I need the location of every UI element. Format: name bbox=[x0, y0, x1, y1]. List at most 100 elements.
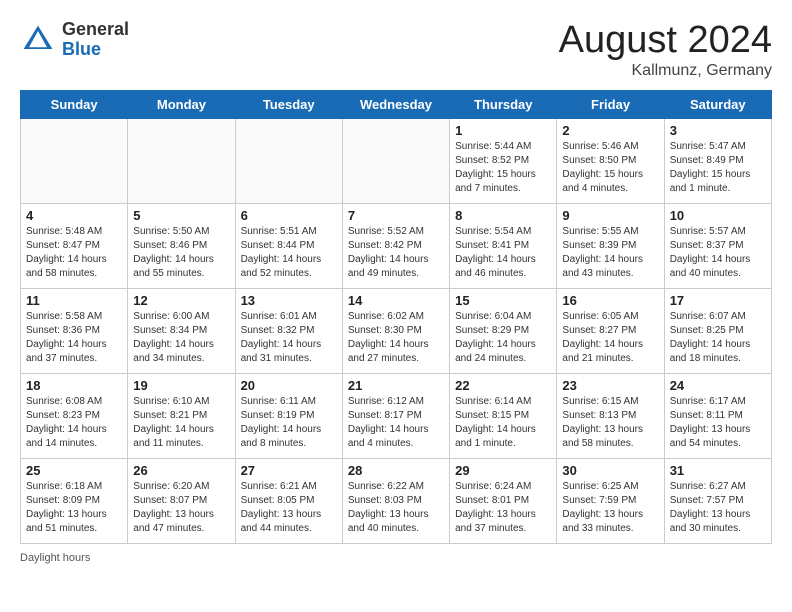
day-info: Sunrise: 5:57 AM Sunset: 8:37 PM Dayligh… bbox=[670, 225, 766, 281]
day-number: 25 bbox=[26, 463, 122, 478]
calendar-week-row: 25Sunrise: 6:18 AM Sunset: 8:09 PM Dayli… bbox=[21, 458, 772, 543]
calendar-body: 1Sunrise: 5:44 AM Sunset: 8:52 PM Daylig… bbox=[21, 118, 772, 543]
calendar-cell: 10Sunrise: 5:57 AM Sunset: 8:37 PM Dayli… bbox=[664, 203, 771, 288]
logo-general: General bbox=[62, 20, 129, 40]
day-info: Sunrise: 5:52 AM Sunset: 8:42 PM Dayligh… bbox=[348, 225, 444, 281]
day-number: 18 bbox=[26, 378, 122, 393]
day-number: 15 bbox=[455, 293, 551, 308]
page-header: General Blue August 2024 Kallmunz, Germa… bbox=[20, 20, 772, 80]
day-info: Sunrise: 6:05 AM Sunset: 8:27 PM Dayligh… bbox=[562, 310, 658, 366]
day-info: Sunrise: 6:17 AM Sunset: 8:11 PM Dayligh… bbox=[670, 395, 766, 451]
calendar-week-row: 1Sunrise: 5:44 AM Sunset: 8:52 PM Daylig… bbox=[21, 118, 772, 203]
calendar-week-row: 11Sunrise: 5:58 AM Sunset: 8:36 PM Dayli… bbox=[21, 288, 772, 373]
day-number: 20 bbox=[241, 378, 337, 393]
calendar-week-row: 4Sunrise: 5:48 AM Sunset: 8:47 PM Daylig… bbox=[21, 203, 772, 288]
calendar-cell: 30 Sunrise: 6:25 AM Sunset: 7:59 PM Dayli… bbox=[557, 458, 664, 543]
day-info: Sunrise: 6:15 AM Sunset: 8:13 PM Dayligh… bbox=[562, 395, 658, 451]
location: Kallmunz, Germany bbox=[559, 62, 772, 80]
day-info: Sunrise: 6:25 AM Sunset: 7:59 PM Dayligh… bbox=[562, 480, 658, 536]
day-info: Sunrise: 6:00 AM Sunset: 8:34 PM Dayligh… bbox=[133, 310, 229, 366]
day-info: Sunrise: 5:47 AM Sunset: 8:49 PM Dayligh… bbox=[670, 140, 766, 196]
logo-text: General Blue bbox=[62, 20, 129, 60]
day-number: 6 bbox=[241, 208, 337, 223]
calendar-cell: 27 Sunrise: 6:21 AM Sunset: 8:05 PM Dayli… bbox=[235, 458, 342, 543]
calendar-cell: 22Sunrise: 6:14 AM Sunset: 8:15 PM Dayli… bbox=[450, 373, 557, 458]
calendar-cell: 3Sunrise: 5:47 AM Sunset: 8:49 PM Daylig… bbox=[664, 118, 771, 203]
day-number: 17 bbox=[670, 293, 766, 308]
day-number: 21 bbox=[348, 378, 444, 393]
day-info: Sunrise: 6:10 AM Sunset: 8:21 PM Dayligh… bbox=[133, 395, 229, 451]
calendar-cell: 4Sunrise: 5:48 AM Sunset: 8:47 PM Daylig… bbox=[21, 203, 128, 288]
day-number: 28 bbox=[348, 463, 444, 478]
day-number: 27 bbox=[241, 463, 337, 478]
day-info: Sunrise: 5:46 AM Sunset: 8:50 PM Dayligh… bbox=[562, 140, 658, 196]
calendar-week-row: 18 Sunrise: 6:08 AM Sunset: 8:23 PM Dayli… bbox=[21, 373, 772, 458]
day-number: 13 bbox=[241, 293, 337, 308]
day-of-week-header: Sunday bbox=[21, 90, 128, 118]
calendar-cell: 14Sunrise: 6:02 AM Sunset: 8:30 PM Dayli… bbox=[342, 288, 449, 373]
calendar-cell bbox=[21, 118, 128, 203]
calendar-cell bbox=[128, 118, 235, 203]
day-number: 12 bbox=[133, 293, 229, 308]
day-info: Sunrise: 6:07 AM Sunset: 8:25 PM Dayligh… bbox=[670, 310, 766, 366]
day-of-week-header: Tuesday bbox=[235, 90, 342, 118]
day-info: Sunrise: 6:22 AM Sunset: 8:03 PM Dayligh… bbox=[348, 480, 444, 536]
day-info: Sunrise: 6:24 AM Sunset: 8:01 PM Dayligh… bbox=[455, 480, 551, 536]
calendar-cell: 31Sunrise: 6:27 AM Sunset: 7:57 PM Dayli… bbox=[664, 458, 771, 543]
day-info: Sunrise: 6:04 AM Sunset: 8:29 PM Dayligh… bbox=[455, 310, 551, 366]
logo: General Blue bbox=[20, 20, 129, 60]
daylight-label: Daylight hours bbox=[20, 552, 90, 564]
day-info: Sunrise: 5:58 AM Sunset: 8:36 PM Dayligh… bbox=[26, 310, 122, 366]
calendar-cell: 29Sunrise: 6:24 AM Sunset: 8:01 PM Dayli… bbox=[450, 458, 557, 543]
day-number: 22 bbox=[455, 378, 551, 393]
calendar-cell: 2Sunrise: 5:46 AM Sunset: 8:50 PM Daylig… bbox=[557, 118, 664, 203]
days-of-week-row: SundayMondayTuesdayWednesdayThursdayFrid… bbox=[21, 90, 772, 118]
day-number: 9 bbox=[562, 208, 658, 223]
day-of-week-header: Friday bbox=[557, 90, 664, 118]
day-number: 1 bbox=[455, 123, 551, 138]
title-block: August 2024 Kallmunz, Germany bbox=[559, 20, 772, 80]
day-number: 26 bbox=[133, 463, 229, 478]
calendar-cell: 26 Sunrise: 6:20 AM Sunset: 8:07 PM Dayli… bbox=[128, 458, 235, 543]
calendar-cell: 12 Sunrise: 6:00 AM Sunset: 8:34 PM Dayli… bbox=[128, 288, 235, 373]
day-of-week-header: Saturday bbox=[664, 90, 771, 118]
day-number: 30 bbox=[562, 463, 658, 478]
calendar-cell: 19Sunrise: 6:10 AM Sunset: 8:21 PM Dayli… bbox=[128, 373, 235, 458]
day-info: Sunrise: 6:12 AM Sunset: 8:17 PM Dayligh… bbox=[348, 395, 444, 451]
calendar-cell bbox=[342, 118, 449, 203]
day-info: Sunrise: 6:08 AM Sunset: 8:23 PM Dayligh… bbox=[26, 395, 122, 451]
day-info: Sunrise: 6:21 AM Sunset: 8:05 PM Dayligh… bbox=[241, 480, 337, 536]
day-info: Sunrise: 5:50 AM Sunset: 8:46 PM Dayligh… bbox=[133, 225, 229, 281]
calendar-table: SundayMondayTuesdayWednesdayThursdayFrid… bbox=[20, 90, 772, 544]
calendar-cell: 13Sunrise: 6:01 AM Sunset: 8:32 PM Dayli… bbox=[235, 288, 342, 373]
day-info: Sunrise: 5:54 AM Sunset: 8:41 PM Dayligh… bbox=[455, 225, 551, 281]
calendar-cell: 15 Sunrise: 6:04 AM Sunset: 8:29 PM Dayli… bbox=[450, 288, 557, 373]
logo-icon bbox=[20, 22, 56, 58]
day-number: 5 bbox=[133, 208, 229, 223]
day-info: Sunrise: 6:20 AM Sunset: 8:07 PM Dayligh… bbox=[133, 480, 229, 536]
day-of-week-header: Monday bbox=[128, 90, 235, 118]
calendar-cell: 18 Sunrise: 6:08 AM Sunset: 8:23 PM Dayli… bbox=[21, 373, 128, 458]
calendar-cell: 17 Sunrise: 6:07 AM Sunset: 8:25 PM Dayli… bbox=[664, 288, 771, 373]
calendar-cell: 24 Sunrise: 6:17 AM Sunset: 8:11 PM Dayli… bbox=[664, 373, 771, 458]
day-info: Sunrise: 6:27 AM Sunset: 7:57 PM Dayligh… bbox=[670, 480, 766, 536]
calendar-cell: 9 Sunrise: 5:55 AM Sunset: 8:39 PM Daylig… bbox=[557, 203, 664, 288]
day-info: Sunrise: 5:51 AM Sunset: 8:44 PM Dayligh… bbox=[241, 225, 337, 281]
day-number: 23 bbox=[562, 378, 658, 393]
day-info: Sunrise: 6:02 AM Sunset: 8:30 PM Dayligh… bbox=[348, 310, 444, 366]
calendar-cell: 8Sunrise: 5:54 AM Sunset: 8:41 PM Daylig… bbox=[450, 203, 557, 288]
day-of-week-header: Wednesday bbox=[342, 90, 449, 118]
day-number: 24 bbox=[670, 378, 766, 393]
month-year: August 2024 bbox=[559, 20, 772, 62]
calendar-cell bbox=[235, 118, 342, 203]
day-number: 16 bbox=[562, 293, 658, 308]
calendar-cell: 16 Sunrise: 6:05 AM Sunset: 8:27 PM Dayli… bbox=[557, 288, 664, 373]
calendar-cell: 20Sunrise: 6:11 AM Sunset: 8:19 PM Dayli… bbox=[235, 373, 342, 458]
calendar-header: SundayMondayTuesdayWednesdayThursdayFrid… bbox=[21, 90, 772, 118]
calendar-cell: 7Sunrise: 5:52 AM Sunset: 8:42 PM Daylig… bbox=[342, 203, 449, 288]
day-info: Sunrise: 5:55 AM Sunset: 8:39 PM Dayligh… bbox=[562, 225, 658, 281]
calendar-cell: 5 Sunrise: 5:50 AM Sunset: 8:46 PM Daylig… bbox=[128, 203, 235, 288]
calendar-cell: 11Sunrise: 5:58 AM Sunset: 8:36 PM Dayli… bbox=[21, 288, 128, 373]
logo-blue: Blue bbox=[62, 40, 129, 60]
calendar-cell: 6 Sunrise: 5:51 AM Sunset: 8:44 PM Daylig… bbox=[235, 203, 342, 288]
